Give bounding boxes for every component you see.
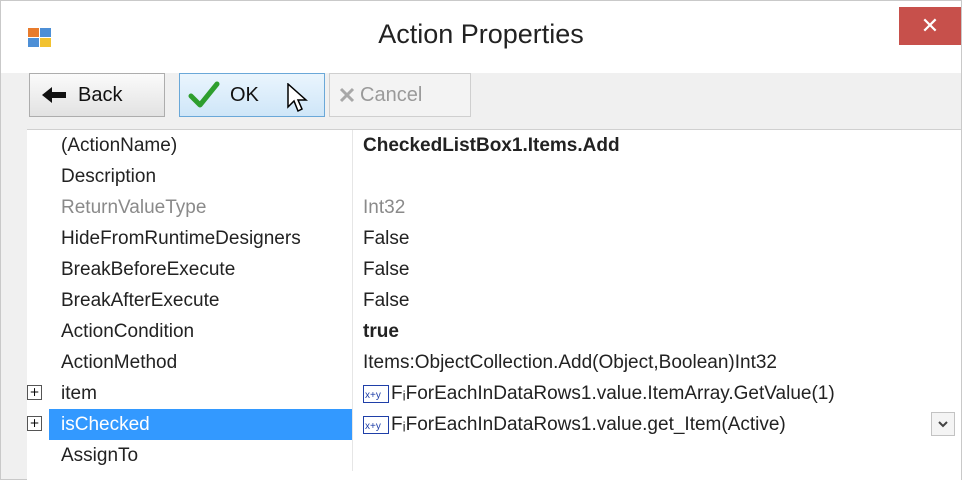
property-value[interactable]: Items:ObjectCollection.Add(Object,Boolea… [357, 347, 961, 378]
property-row[interactable]: Description [27, 161, 961, 192]
back-button[interactable]: Back [29, 73, 165, 117]
property-row[interactable]: BreakAfterExecute False [27, 285, 961, 316]
back-arrow-icon [42, 87, 66, 103]
close-button[interactable]: ✕ [899, 7, 961, 45]
chevron-down-icon [938, 421, 948, 428]
ok-button-label: OK [230, 83, 259, 106]
svg-text:x+y: x+y [365, 421, 381, 432]
property-value[interactable] [357, 161, 961, 192]
property-row[interactable]: ReturnValueType Int32 [27, 192, 961, 223]
property-value-text: ForEachInDataRows1.value.ItemArray.GetVa… [405, 383, 835, 404]
action-properties-window: Action Properties ✕ Back OK Cancel (Acti… [0, 0, 962, 480]
value-prefix: Fᵢ [391, 414, 406, 435]
property-value[interactable]: true [357, 316, 961, 347]
expand-toggle[interactable]: + [27, 416, 42, 431]
cancel-button[interactable]: Cancel [329, 73, 471, 117]
property-name: ActionCondition [49, 316, 353, 347]
back-button-label: Back [78, 83, 123, 106]
property-value: Int32 [363, 197, 406, 218]
cancel-x-icon [339, 87, 355, 103]
property-value-text: ForEachInDataRows1.value.get_Item(Active… [405, 414, 786, 435]
property-row[interactable]: + isChecked x+y FᵢForEachInDataRows1.val… [27, 409, 961, 440]
math-expression-icon: x+y [363, 415, 389, 434]
property-name: (ActionName) [49, 130, 353, 161]
dropdown-button[interactable] [931, 412, 955, 436]
mouse-cursor-icon [287, 83, 308, 113]
property-value[interactable]: False [357, 223, 961, 254]
window-title: Action Properties [378, 19, 584, 49]
value-prefix: Fᵢ [391, 383, 406, 404]
property-name: Description [49, 161, 353, 192]
property-name: BreakBeforeExecute [49, 254, 353, 285]
property-name: AssignTo [49, 440, 353, 471]
property-value[interactable] [357, 440, 961, 471]
property-value[interactable]: False [357, 254, 961, 285]
math-expression-icon: x+y [363, 384, 389, 403]
property-row[interactable]: HideFromRuntimeDesigners False [27, 223, 961, 254]
property-row[interactable]: BreakBeforeExecute False [27, 254, 961, 285]
property-row[interactable]: (ActionName) CheckedListBox1.Items.Add [27, 130, 961, 161]
property-value[interactable]: x+y FᵢForEachInDataRows1.value.get_Item(… [357, 409, 961, 440]
property-row[interactable]: AssignTo [27, 440, 961, 471]
expand-toggle[interactable]: + [27, 385, 42, 400]
property-value[interactable]: x+y FᵢForEachInDataRows1.value.ItemArray… [357, 378, 961, 409]
property-value[interactable]: False [357, 285, 961, 316]
svg-text:x+y: x+y [365, 390, 381, 401]
property-row[interactable]: ActionCondition true [27, 316, 961, 347]
property-grid: (ActionName) CheckedListBox1.Items.Add D… [27, 129, 961, 480]
title-bar: Action Properties ✕ [1, 1, 961, 73]
cancel-button-label: Cancel [360, 83, 423, 106]
property-name: ReturnValueType [49, 192, 353, 223]
toolbar: Back OK Cancel [27, 73, 961, 123]
property-name: ActionMethod [49, 347, 353, 378]
close-icon: ✕ [920, 13, 940, 38]
property-name: item [49, 378, 353, 409]
checkmark-icon [188, 81, 220, 108]
property-name: BreakAfterExecute [49, 285, 353, 316]
property-value[interactable]: CheckedListBox1.Items.Add [357, 130, 961, 161]
property-name: isChecked [49, 409, 353, 440]
property-row[interactable]: ActionMethod Items:ObjectCollection.Add(… [27, 347, 961, 378]
property-name: HideFromRuntimeDesigners [49, 223, 353, 254]
property-row[interactable]: + item x+y FᵢForEachInDataRows1.value.It… [27, 378, 961, 409]
